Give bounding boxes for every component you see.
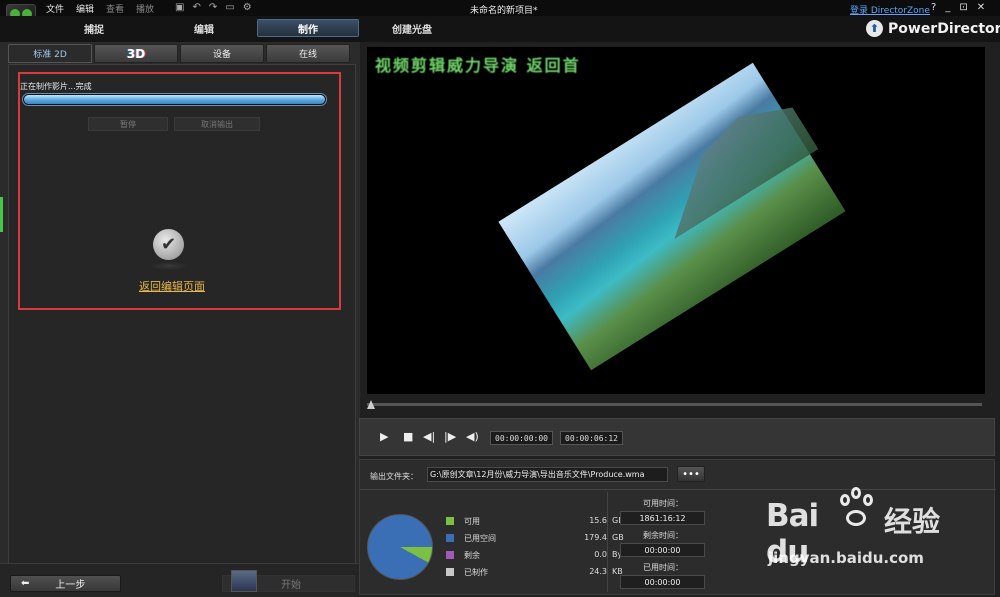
preview-caption: 视频剪辑威力导演 返回首 bbox=[375, 56, 581, 75]
settings-gear-icon[interactable]: ⚙ bbox=[243, 2, 252, 13]
browse-button[interactable]: ••• bbox=[677, 466, 705, 482]
legend-value: 15.6 bbox=[589, 516, 607, 525]
clapperboard-icon bbox=[231, 569, 257, 592]
tab-standard-2d[interactable]: 标准 2D bbox=[8, 44, 92, 63]
watermark-jingyan: 经验 bbox=[884, 505, 941, 538]
legend-value: 24.3 bbox=[589, 567, 607, 576]
legend-swatch bbox=[446, 534, 454, 542]
baidu-paw-icon bbox=[836, 486, 880, 532]
legend-swatch bbox=[446, 551, 454, 559]
keyboard-icon[interactable]: ▭ bbox=[225, 2, 234, 13]
previous-label: 上一步 bbox=[55, 580, 86, 591]
video-preview: 视频剪辑威力导演 返回首 bbox=[367, 47, 985, 394]
start-button[interactable]: 开始 bbox=[222, 569, 355, 592]
tab-edit[interactable]: 编辑 bbox=[164, 19, 244, 37]
mode-tabs: 捕捉 编辑 制作 创建光盘 ⬆ PowerDirector bbox=[0, 16, 1000, 42]
highlight-box bbox=[18, 72, 341, 310]
tab-capture[interactable]: 捕捉 bbox=[54, 19, 134, 37]
help-button[interactable]: ? bbox=[931, 2, 936, 13]
legend-label: 已制作 bbox=[464, 568, 488, 577]
used-time-label: 已用时间： bbox=[643, 563, 683, 572]
start-label: 开始 bbox=[281, 580, 301, 591]
brand: ⬆ PowerDirector bbox=[866, 20, 1000, 37]
minimize-button[interactable]: _ bbox=[945, 2, 950, 13]
available-time-value: 1861:16:12 bbox=[620, 511, 705, 525]
previous-button[interactable]: ⬅ 上一步 bbox=[10, 575, 121, 592]
undo-icon[interactable]: ↶ bbox=[192, 2, 200, 13]
stop-icon[interactable]: ■ bbox=[403, 430, 413, 443]
complete-check-icon: ✔ bbox=[153, 229, 184, 260]
directorzone-signin-link[interactable]: 登录 DirectorZone bbox=[850, 3, 930, 16]
produce-progress-bar bbox=[22, 93, 327, 106]
window-title: 未命名的新项目* bbox=[470, 6, 538, 16]
legend-label: 可用 bbox=[464, 517, 480, 526]
previous-frame-icon[interactable]: ◀| bbox=[423, 430, 435, 443]
used-time-value: 00:00:00 bbox=[620, 575, 705, 589]
tab-3d-label: 3D bbox=[126, 46, 146, 61]
return-to-edit-link[interactable]: 返回编辑页面 bbox=[139, 278, 205, 294]
disk-usage-pie bbox=[367, 514, 433, 580]
tab-create-disc[interactable]: 创建光盘 bbox=[372, 19, 452, 37]
menu-file[interactable]: 文件 bbox=[46, 2, 64, 15]
legend-swatch bbox=[446, 568, 454, 576]
check-shadow bbox=[150, 262, 188, 270]
menu-play[interactable]: 播放 bbox=[136, 2, 154, 15]
redo-icon[interactable]: ↷ bbox=[209, 2, 217, 13]
legend-value: 0.0 bbox=[594, 550, 607, 559]
available-time-label: 可用时间： bbox=[643, 499, 683, 508]
save-icon[interactable]: ▣ bbox=[175, 2, 184, 13]
current-timecode: 00:00:00:00 bbox=[490, 431, 553, 445]
window-controls: ? _ ⊡ ✕ bbox=[931, 2, 985, 13]
cancel-output-button[interactable]: 取消输出 bbox=[174, 117, 260, 131]
seek-track bbox=[367, 403, 982, 406]
output-folder-label: 输出文件夹： bbox=[370, 472, 418, 481]
output-folder-field[interactable]: G:\原创文章\12月份\威力导演\导出音乐文件\Produce.wma bbox=[427, 467, 668, 482]
preview-image-hill bbox=[637, 90, 818, 239]
seek-bar[interactable] bbox=[367, 400, 985, 412]
upgrade-arrow-icon[interactable]: ⬆ bbox=[866, 20, 883, 37]
volume-icon[interactable]: ◀) bbox=[466, 430, 479, 443]
quick-toolbar: ▣ ↶ ↷ ▭ ⚙ bbox=[175, 2, 252, 13]
progress-fill bbox=[24, 95, 325, 104]
restore-button[interactable]: ⊡ bbox=[959, 2, 967, 13]
legend-unit: GB bbox=[612, 533, 624, 542]
duration-timecode: 00:00:06:12 bbox=[560, 431, 623, 445]
tab-device[interactable]: 设备 bbox=[180, 44, 264, 63]
playback-controls: ▶ ■ ◀| |▶ ◀) 00:00:00:00 00:00:06:12 bbox=[359, 418, 995, 456]
tab-3d[interactable]: 3D bbox=[94, 44, 178, 63]
powerdirector-window: 文件 编辑 查看 播放 ▣ ↶ ↷ ▭ ⚙ 未命名的新项目* 登录 Direct… bbox=[0, 0, 1000, 597]
side-indicator bbox=[0, 197, 3, 232]
menu-view[interactable]: 查看 bbox=[106, 2, 124, 15]
produce-status: 正在制作影片...完成 bbox=[20, 82, 92, 91]
preview-image bbox=[498, 62, 846, 371]
legend-label: 剩余 bbox=[464, 551, 480, 560]
play-icon[interactable]: ▶ bbox=[380, 430, 388, 443]
next-frame-icon[interactable]: |▶ bbox=[444, 430, 456, 443]
title-bar: 文件 编辑 查看 播放 ▣ ↶ ↷ ▭ ⚙ 未命名的新项目* 登录 Direct… bbox=[0, 0, 1000, 16]
divider bbox=[607, 492, 608, 592]
remaining-time-label: 剩余时间： bbox=[643, 531, 683, 540]
tab-produce[interactable]: 制作 bbox=[257, 19, 359, 37]
close-button[interactable]: ✕ bbox=[977, 2, 985, 13]
profile-tabs: 标准 2D 3D 设备 在线 bbox=[8, 44, 350, 63]
remaining-time-value: 00:00:00 bbox=[620, 543, 705, 557]
legend-label: 已用空间 bbox=[464, 534, 496, 543]
watermark-url: jingyan.baidu.com bbox=[768, 549, 924, 567]
pause-button[interactable]: 暂停 bbox=[88, 117, 168, 131]
legend-swatch bbox=[446, 517, 454, 525]
seek-knob[interactable] bbox=[367, 400, 375, 409]
menu-edit[interactable]: 编辑 bbox=[76, 2, 94, 15]
tab-online[interactable]: 在线 bbox=[266, 44, 350, 63]
menu-bar: 文件 编辑 查看 播放 bbox=[46, 2, 154, 15]
legend-value: 179.4 bbox=[584, 533, 607, 542]
arrow-left-icon: ⬅ bbox=[21, 578, 30, 589]
divider bbox=[360, 489, 996, 490]
nav-bar: ⬅ 上一步 开始 bbox=[0, 563, 360, 597]
brand-name: PowerDirector bbox=[888, 20, 1000, 37]
